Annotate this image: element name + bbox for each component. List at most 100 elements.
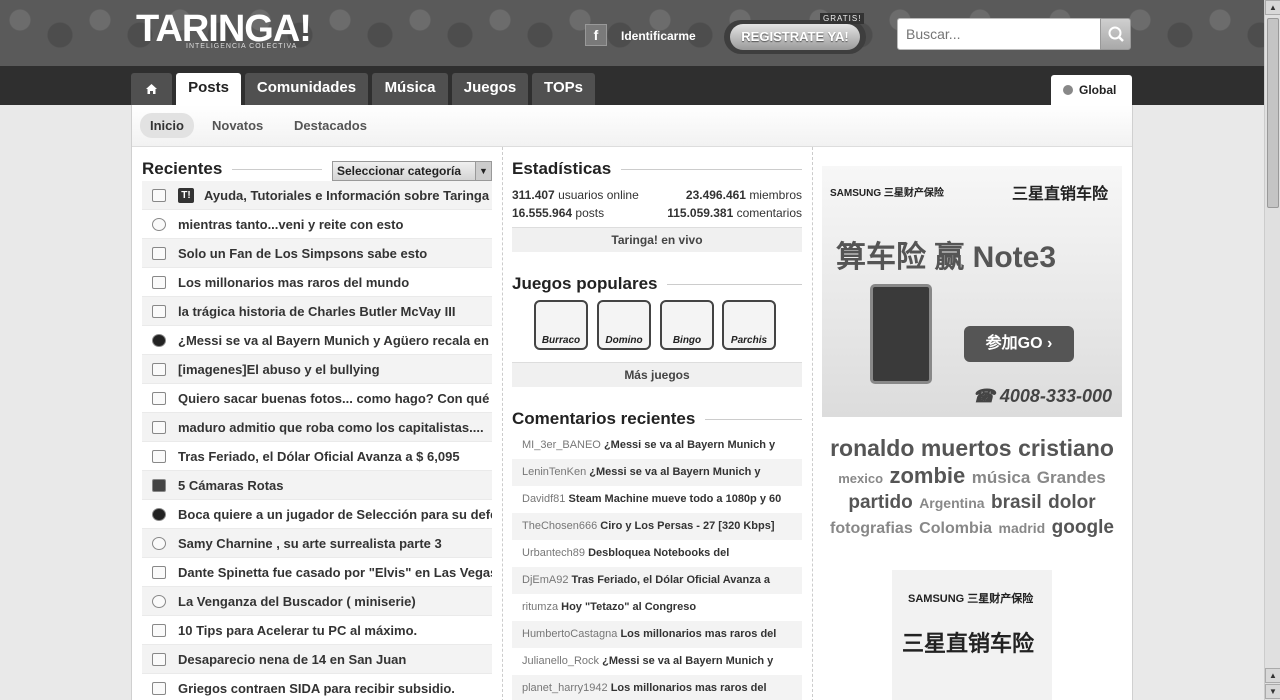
comment-user[interactable]: Julianello_Rock [522, 655, 599, 667]
comment-user[interactable]: ritumza [522, 601, 558, 613]
post-row[interactable]: Samy Charnine , su arte surrealista part… [142, 529, 492, 558]
scroll-thumb[interactable] [1267, 18, 1279, 208]
scroll-up-icon[interactable]: ▲ [1265, 668, 1280, 683]
global-selector[interactable]: Global [1051, 75, 1132, 105]
post-row[interactable]: Boca quiere a un jugador de Selección pa… [142, 500, 492, 529]
tag-link[interactable]: muertos [921, 436, 1012, 460]
comment-post-title[interactable]: ¿Messi se va al Bayern Munich y [604, 439, 775, 451]
search-button[interactable] [1100, 18, 1131, 50]
tag-link[interactable]: ronaldo [830, 436, 914, 460]
comment-post-title[interactable]: ¿Messi se va al Bayern Munich y [602, 655, 773, 667]
post-row[interactable]: Tras Feriado, el Dólar Oficial Avanza a … [142, 442, 492, 471]
home-tab[interactable] [131, 73, 172, 105]
comment-user[interactable]: MI_3er_BANEO [522, 439, 601, 451]
tab-tops[interactable]: TOPs [532, 73, 595, 105]
post-row[interactable]: la trágica historia de Charles Butler Mc… [142, 297, 492, 326]
comment-post-title[interactable]: Steam Machine mueve todo a 1080p y 60 [568, 493, 781, 505]
post-row[interactable]: 5 Cámaras Rotas [142, 471, 492, 500]
bingo-icon[interactable]: Bingo [660, 300, 714, 350]
comment-post-title[interactable]: Tras Feriado, el Dólar Oficial Avanza a [572, 574, 770, 586]
comment-user[interactable]: Urbantech89 [522, 547, 585, 559]
banner-ad[interactable]: SAMSUNG 三星财产保险 三星直销车险 算车险 赢 Note3 参加GO ›… [822, 166, 1122, 417]
tag-link[interactable]: música [972, 466, 1031, 490]
post-row[interactable]: maduro admitio que roba como los capital… [142, 413, 492, 442]
tag-link[interactable]: partido [848, 491, 912, 515]
post-row[interactable]: Solo un Fan de Los Simpsons sabe esto [142, 239, 492, 268]
comment-post-title[interactable]: Ciro y Los Persas - 27 [320 Kbps] [600, 520, 774, 532]
tab-musica[interactable]: Música [372, 73, 448, 105]
comment-row[interactable]: MI_3er_BANEO ¿Messi se va al Bayern Muni… [512, 432, 802, 459]
comment-user[interactable]: Davidf81 [522, 493, 565, 505]
post-row[interactable]: ¿Messi se va al Bayern Munich y Agüero r… [142, 326, 492, 355]
tag-link[interactable]: Colombia [919, 517, 992, 541]
post-title: [imagenes]El abuso y el bullying [178, 362, 380, 377]
ad-cta-button[interactable]: 参加GO › [964, 326, 1074, 362]
subtab-novatos[interactable]: Novatos [202, 113, 273, 138]
tag-link[interactable]: madrid [999, 516, 1046, 540]
facebook-icon[interactable]: f [585, 24, 607, 46]
tab-posts[interactable]: Posts [176, 73, 241, 105]
category-select[interactable]: Seleccionar categoría ▼ [332, 161, 492, 181]
tab-juegos[interactable]: Juegos [452, 73, 528, 105]
comment-user[interactable]: HumbertoCastagna [522, 628, 617, 640]
parchis-icon[interactable]: Parchis [722, 300, 776, 350]
comment-row[interactable]: Urbantech89 Desbloquea Notebooks del [512, 540, 802, 567]
burraco-icon[interactable]: Burraco [534, 300, 588, 350]
subtab-destacados[interactable]: Destacados [284, 113, 377, 138]
scroll-up-icon[interactable]: ▲ [1265, 0, 1280, 15]
post-row[interactable]: 10 Tips para Acelerar tu PC al máximo. [142, 616, 492, 645]
live-button[interactable]: Taringa! en vivo [512, 227, 802, 252]
post-row[interactable]: Los millonarios mas raros del mundo [142, 268, 492, 297]
post-row[interactable]: [imagenes]El abuso y el bullying [142, 355, 492, 384]
tag-link[interactable]: cristiano [1018, 436, 1114, 460]
tag-link[interactable]: dolor [1048, 491, 1096, 515]
post-row[interactable]: Dante Spinetta fue casado por "Elvis" en… [142, 558, 492, 587]
post-title: Los millonarios mas raros del mundo [178, 275, 410, 290]
comment-row[interactable]: ritumza Hoy "Tetazo" al Congreso [512, 594, 802, 621]
humor-icon [152, 595, 166, 608]
ad-phone: ☎ 4008-333-000 [972, 386, 1112, 406]
tag-link[interactable]: Argentina [919, 491, 984, 515]
post-row[interactable]: La Venganza del Buscador ( miniserie) [142, 587, 492, 616]
post-row[interactable]: Quiero sacar buenas fotos... como hago? … [142, 384, 492, 413]
more-games-button[interactable]: Más juegos [512, 362, 802, 387]
comment-post-title[interactable]: Desbloquea Notebooks del [588, 547, 729, 559]
login-link[interactable]: Identificarme [621, 29, 696, 43]
register-button[interactable]: REGISTRATE YA! [730, 24, 860, 50]
comment-user[interactable]: TheChosen666 [522, 520, 597, 532]
comment-post-title[interactable]: Los millonarios mas raros del [620, 628, 776, 640]
comment-post-title[interactable]: ¿Messi se va al Bayern Munich y [589, 466, 760, 478]
tag-link[interactable]: Grandes [1037, 466, 1106, 490]
comment-user[interactable]: DjEmA92 [522, 574, 568, 586]
domino-icon[interactable]: Domino [597, 300, 651, 350]
comment-row[interactable]: TheChosen666 Ciro y Los Persas - 27 [320… [512, 513, 802, 540]
post-row[interactable]: Desaparecio nena de 14 en San Juan [142, 645, 492, 674]
comment-post-title[interactable]: Los millonarios mas raros del [611, 682, 767, 694]
post-row[interactable]: Griegos contraen SIDA para recibir subsi… [142, 674, 492, 700]
comment-row[interactable]: planet_harry1942 Los millonarios mas rar… [512, 675, 802, 700]
banner-ad-small[interactable]: SAMSUNG 三星财产保险 三星直销车险 [892, 570, 1052, 700]
comment-row[interactable]: Julianello_Rock ¿Messi se va al Bayern M… [512, 648, 802, 675]
comment-user[interactable]: planet_harry1942 [522, 682, 608, 694]
tag-link[interactable]: zombie [889, 464, 965, 488]
comment-row[interactable]: DjEmA92 Tras Feriado, el Dólar Oficial A… [512, 567, 802, 594]
tag-link[interactable]: fotografias [830, 517, 913, 541]
post-row[interactable]: mientras tanto...veni y reite con esto [142, 210, 492, 239]
scroll-down-icon[interactable]: ▼ [1265, 684, 1280, 699]
comment-user[interactable]: LeninTenKen [522, 466, 586, 478]
comment-row[interactable]: HumbertoCastagna Los millonarios mas rar… [512, 621, 802, 648]
news-icon [152, 566, 166, 579]
tag-link[interactable]: mexico [838, 467, 883, 491]
vertical-scrollbar[interactable]: ▲ ▲ ▼ [1264, 0, 1280, 700]
subtab-inicio[interactable]: Inicio [140, 113, 194, 138]
comment-row[interactable]: LeninTenKen ¿Messi se va al Bayern Munic… [512, 459, 802, 486]
comment-post-title[interactable]: Hoy "Tetazo" al Congreso [561, 601, 696, 613]
post-row[interactable]: T! Ayuda, Tutoriales e Información sobre … [142, 181, 492, 210]
search-input[interactable] [897, 18, 1101, 50]
tab-comunidades[interactable]: Comunidades [245, 73, 368, 105]
tag-link[interactable]: brasil [991, 491, 1042, 515]
soccer-ball-icon [152, 508, 166, 521]
comment-row[interactable]: Davidf81 Steam Machine mueve todo a 1080… [512, 486, 802, 513]
tag-link[interactable]: google [1052, 516, 1114, 540]
stats-title: Estadísticas [512, 159, 622, 179]
